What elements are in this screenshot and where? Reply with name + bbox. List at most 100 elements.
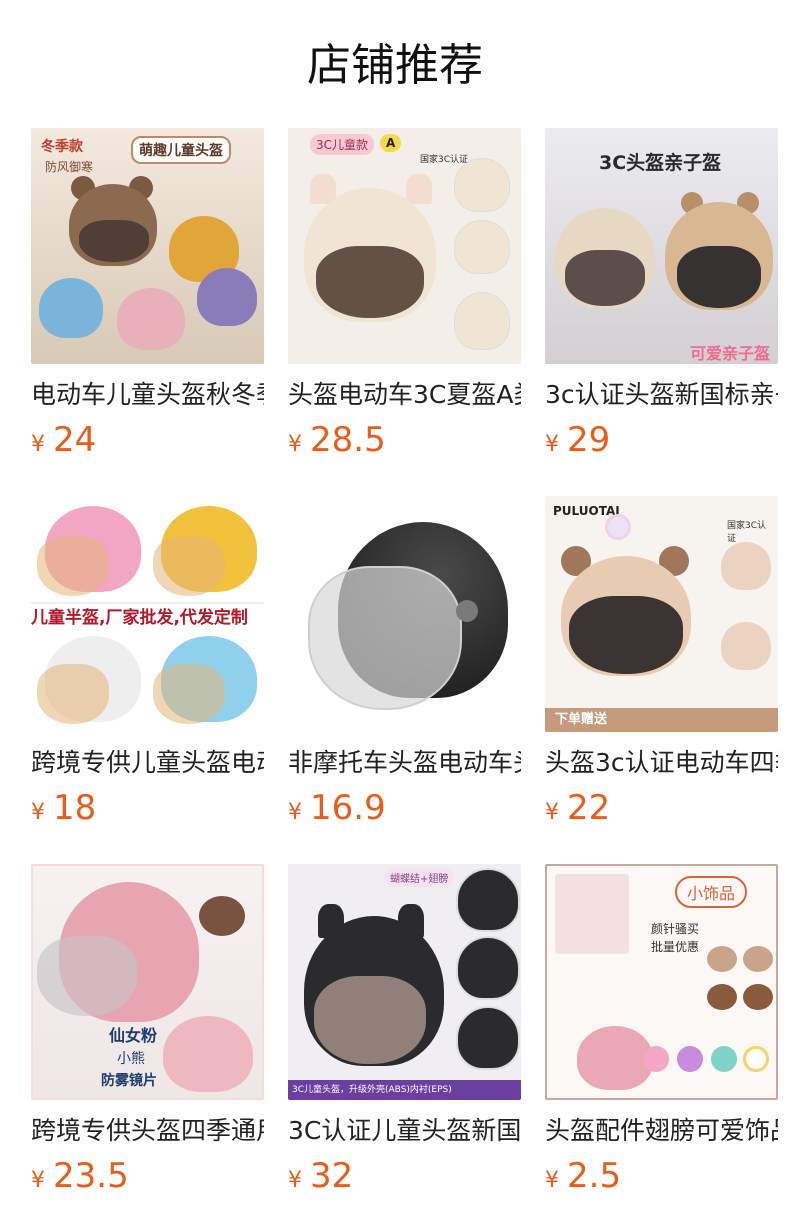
- product-image[interactable]: 3C儿童款 A 国家3C认证: [288, 128, 521, 364]
- product-name[interactable]: 电动车儿童头盔秋冬季: [31, 378, 264, 412]
- visor-icon: [153, 664, 225, 724]
- product-card[interactable]: PULUOTAI 国家3C认证 下单赠送 头盔3c认证电动车四季 ¥22: [545, 496, 778, 834]
- product-badge: 3C头盔亲子盔: [599, 152, 722, 174]
- product-card[interactable]: 仙女粉 小熊 防雾镜片 跨境专供头盔四季通用 ¥23.5: [31, 864, 264, 1202]
- product-price: ¥24: [31, 420, 264, 466]
- page-title: 店铺推荐: [307, 40, 483, 91]
- flower-icon: [743, 1046, 769, 1072]
- ear-accessory-icon: [707, 984, 737, 1010]
- product-badge: 仙女粉: [109, 1026, 158, 1045]
- product-image[interactable]: [288, 496, 521, 732]
- product-card[interactable]: 小饰品 颜针骚买 批量优惠 头盔配件翅膀可爱饰品 ¥2.5: [545, 864, 778, 1202]
- price-value: 18: [53, 788, 97, 828]
- product-image[interactable]: 3C头盔亲子盔 可爱亲子盔: [545, 128, 778, 364]
- flower-icon: [643, 1046, 669, 1072]
- product-price: ¥16.9: [288, 788, 521, 834]
- product-price: ¥22: [545, 788, 778, 834]
- product-image[interactable]: 萌趣儿童头盔 冬季款 防风御寒: [31, 128, 264, 364]
- visor-icon: [314, 976, 426, 1064]
- visor-icon: [153, 536, 225, 596]
- helmet-icon: [454, 158, 510, 212]
- product-image[interactable]: 仙女粉 小熊 防雾镜片: [31, 864, 264, 1100]
- helmet-icon: [117, 288, 185, 350]
- flower-icon: [711, 1046, 737, 1072]
- ear-accessory-icon: [743, 984, 773, 1010]
- product-price: ¥18: [31, 788, 264, 834]
- product-tag-2: 防雾镜片: [101, 1073, 157, 1089]
- ear-accessory-icon: [743, 946, 773, 972]
- product-price: ¥2.5: [545, 1156, 778, 1202]
- product-image[interactable]: 小饰品 颜针骚买 批量优惠: [545, 864, 778, 1100]
- helmet-icon: [577, 1026, 653, 1090]
- product-card[interactable]: 萌趣儿童头盔 冬季款 防风御寒 电动车儿童头盔秋冬季 ¥24: [31, 128, 264, 466]
- price-value: 29: [567, 420, 611, 460]
- product-card[interactable]: 3C儿童款 A 国家3C认证 头盔电动车3C夏盔A类 ¥28.5: [288, 128, 521, 466]
- product-image[interactable]: 蝴蝶结+翅膀 3C儿童头盔，升级外壳(ABS)内衬(EPS): [288, 864, 521, 1100]
- currency-symbol: ¥: [545, 800, 559, 825]
- helmet-icon: [39, 278, 103, 338]
- visor-icon: [37, 936, 137, 1016]
- helmet-icon: [456, 868, 520, 932]
- cat-ear-icon: [406, 174, 432, 204]
- visor-icon: [79, 220, 149, 262]
- flower-icon: [605, 514, 631, 540]
- visor-icon: [565, 250, 645, 306]
- currency-symbol: ¥: [31, 800, 45, 825]
- visor-icon: [308, 566, 462, 710]
- product-badge: 3C儿童头盔，升级外壳(ABS)内衬(EPS): [288, 1080, 521, 1100]
- helmet-icon: [456, 936, 520, 1000]
- helmet-icon: [454, 292, 510, 350]
- product-tag: A: [380, 134, 402, 152]
- bear-icon: [199, 896, 245, 936]
- currency-symbol: ¥: [31, 1168, 45, 1193]
- product-name[interactable]: 跨境专供头盔四季通用: [31, 1114, 264, 1148]
- price-value: 23.5: [53, 1156, 129, 1196]
- product-tag: 下单赠送: [545, 708, 778, 732]
- product-tag-2: 防风御寒: [45, 160, 94, 174]
- product-name[interactable]: 非摩托车头盔电动车头: [288, 746, 521, 780]
- sticker-sheet-icon: [555, 874, 629, 954]
- product-tag-2: 批量优惠: [651, 940, 700, 954]
- price-value: 16.9: [310, 788, 386, 828]
- product-name[interactable]: 3c认证头盔新国标亲子: [545, 378, 778, 412]
- currency-symbol: ¥: [288, 1168, 302, 1193]
- currency-symbol: ¥: [545, 1168, 559, 1193]
- helmet-icon: [163, 1016, 253, 1092]
- helmet-icon: [197, 268, 257, 326]
- product-name[interactable]: 头盔3c认证电动车四季: [545, 746, 778, 780]
- product-card[interactable]: 3C头盔亲子盔 可爱亲子盔 3c认证头盔新国标亲子 ¥29: [545, 128, 778, 466]
- product-name[interactable]: 跨境专供儿童头盔电动: [31, 746, 264, 780]
- product-badge: 儿童半盔,厂家批发,代发定制: [31, 602, 264, 632]
- product-tag: 可爱亲子盔: [689, 344, 770, 363]
- product-name[interactable]: 头盔配件翅膀可爱饰品: [545, 1114, 778, 1148]
- product-badge: 3C儿童款: [310, 134, 375, 155]
- product-image[interactable]: PULUOTAI 国家3C认证 下单赠送: [545, 496, 778, 732]
- currency-symbol: ¥: [288, 800, 302, 825]
- product-tag: 冬季款: [41, 139, 83, 155]
- product-name[interactable]: 3C认证儿童头盔新国标: [288, 1114, 521, 1148]
- price-value: 22: [567, 788, 611, 828]
- product-tag: 小熊: [117, 1051, 145, 1067]
- product-badge: 萌趣儿童头盔: [131, 136, 231, 164]
- helmet-icon: [454, 220, 510, 274]
- product-image[interactable]: 儿童半盔,厂家批发,代发定制: [31, 496, 264, 732]
- currency-symbol: ¥: [31, 432, 45, 457]
- product-card[interactable]: 儿童半盔,厂家批发,代发定制 跨境专供儿童头盔电动 ¥18: [31, 496, 264, 834]
- price-value: 32: [310, 1156, 354, 1196]
- visor-icon: [569, 596, 683, 674]
- product-price: ¥32: [288, 1156, 521, 1202]
- product-card[interactable]: 非摩托车头盔电动车头 ¥16.9: [288, 496, 521, 834]
- product-card[interactable]: 蝴蝶结+翅膀 3C儿童头盔，升级外壳(ABS)内衬(EPS) 3C认证儿童头盔新…: [288, 864, 521, 1202]
- flower-icon: [677, 1046, 703, 1072]
- visor-icon: [37, 536, 109, 596]
- visor-icon: [677, 246, 761, 308]
- product-tag: 蝴蝶结+翅膀: [384, 868, 455, 887]
- helmet-icon: [456, 1006, 520, 1070]
- helmet-icon: [721, 622, 771, 670]
- price-value: 28.5: [310, 420, 386, 460]
- ear-accessory-icon: [707, 946, 737, 972]
- visor-icon: [37, 664, 109, 724]
- product-name[interactable]: 头盔电动车3C夏盔A类: [288, 378, 521, 412]
- product-badge: 小饰品: [675, 876, 748, 908]
- product-price: ¥29: [545, 420, 778, 466]
